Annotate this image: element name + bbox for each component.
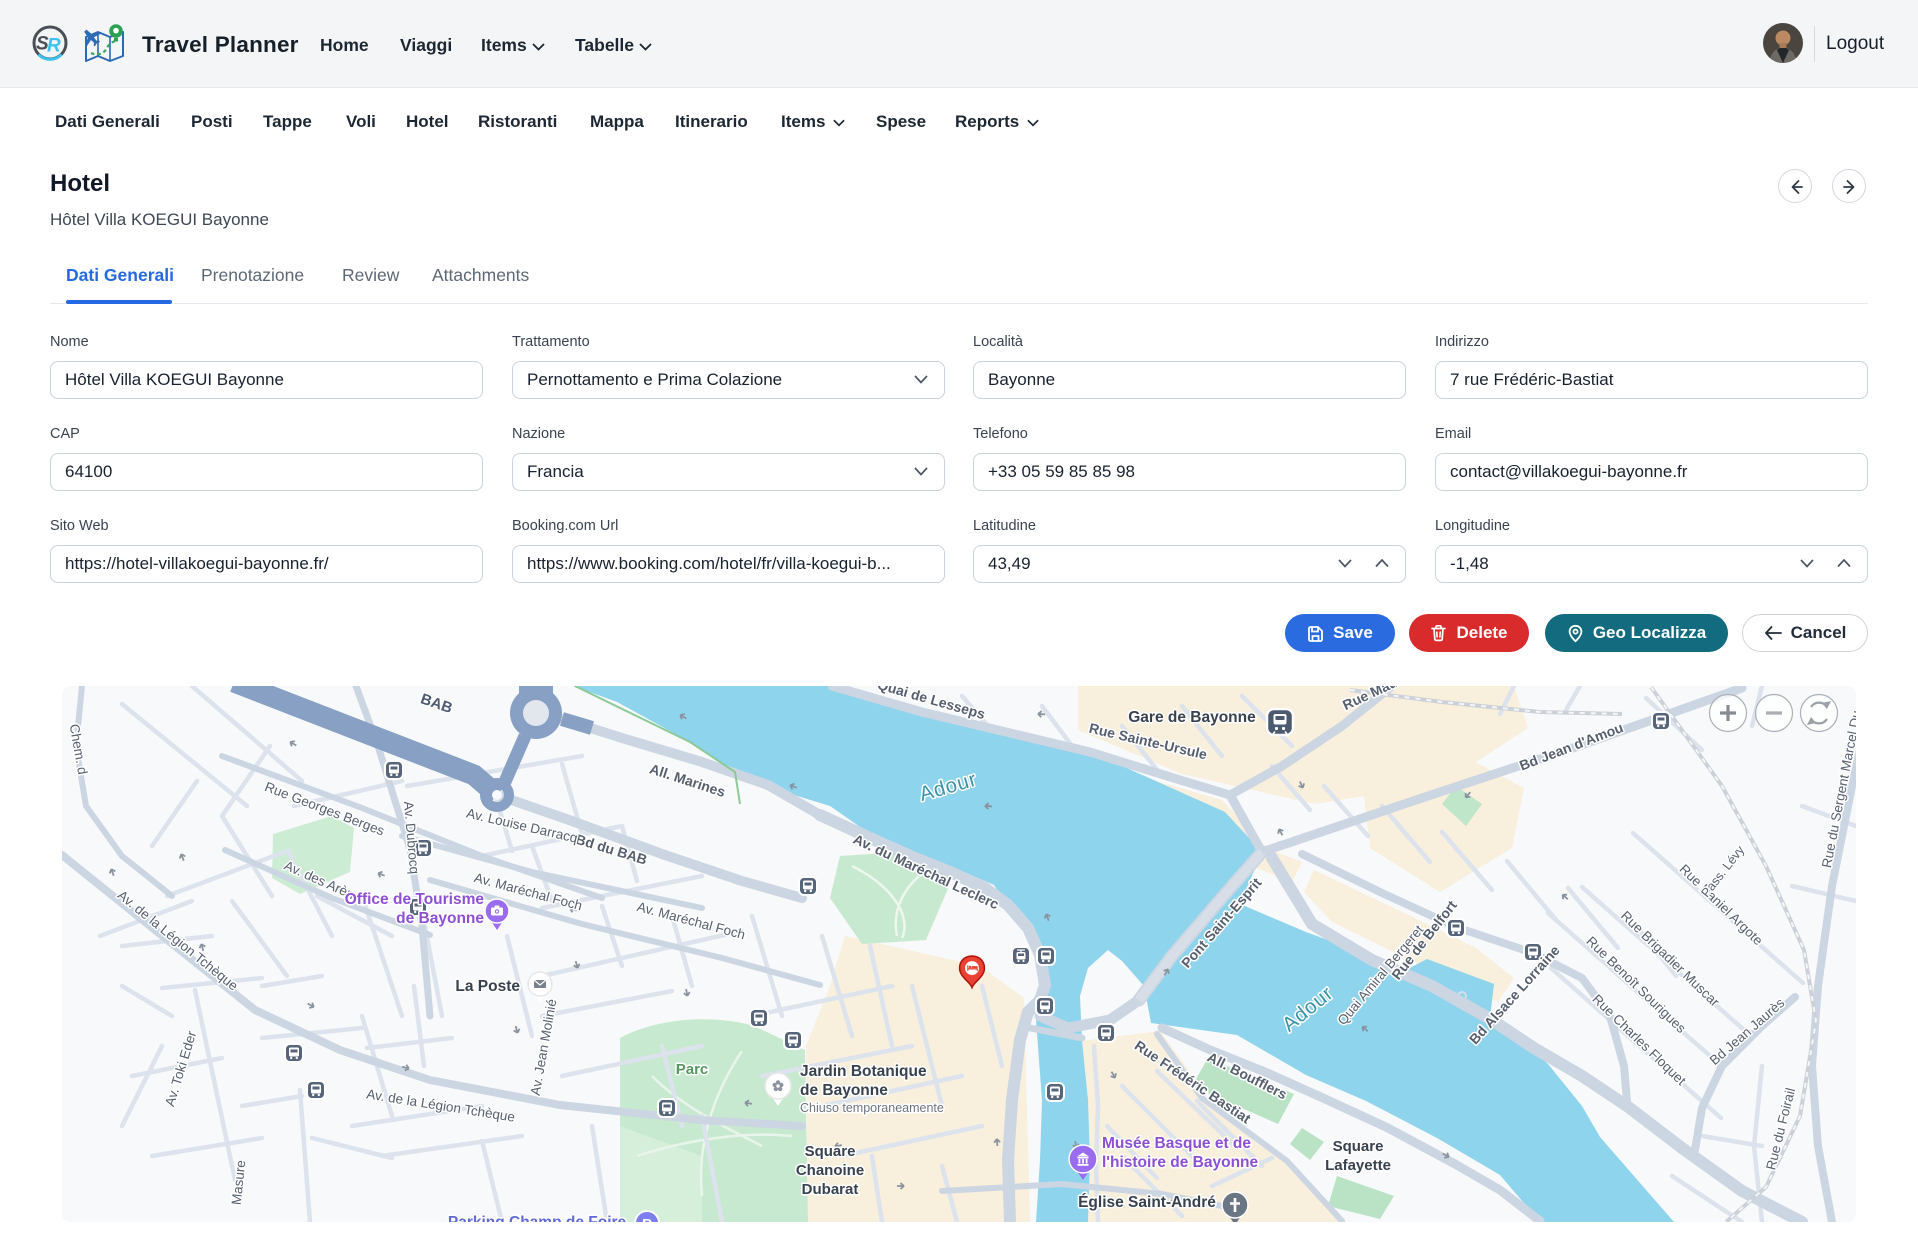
svg-text:Lafayette: Lafayette — [1325, 1157, 1391, 1174]
svg-text:Square: Square — [1333, 1138, 1384, 1155]
svg-text:Square: Square — [805, 1143, 856, 1160]
svg-text:Dubarat: Dubarat — [802, 1181, 859, 1198]
svg-text:La Poste: La Poste — [455, 978, 520, 995]
svg-text:Parking Champ de Foire: Parking Champ de Foire — [448, 1214, 627, 1222]
svg-text:Office de Tourisme: Office de Tourisme — [345, 891, 485, 908]
svg-text:Musée Basque et de: Musée Basque et de — [1102, 1135, 1251, 1152]
svg-text:R: R — [47, 36, 61, 57]
svg-text:P: P — [642, 1216, 652, 1222]
svg-text:de Bayonne: de Bayonne — [396, 910, 484, 927]
svg-text:Gare de Bayonne: Gare de Bayonne — [1128, 709, 1256, 726]
svg-text:Jardin Botanique: Jardin Botanique — [800, 1063, 927, 1080]
svg-text:Parc: Parc — [676, 1061, 709, 1078]
svg-text:l'histoire de Bayonne: l'histoire de Bayonne — [1102, 1154, 1259, 1171]
svg-text:Chanoine: Chanoine — [796, 1162, 864, 1179]
svg-text:Église Saint-André: Église Saint-André — [1078, 1194, 1216, 1211]
svg-text:de Bayonne: de Bayonne — [800, 1082, 888, 1099]
svg-text:Chiuso temporaneamente: Chiuso temporaneamente — [800, 1101, 944, 1115]
